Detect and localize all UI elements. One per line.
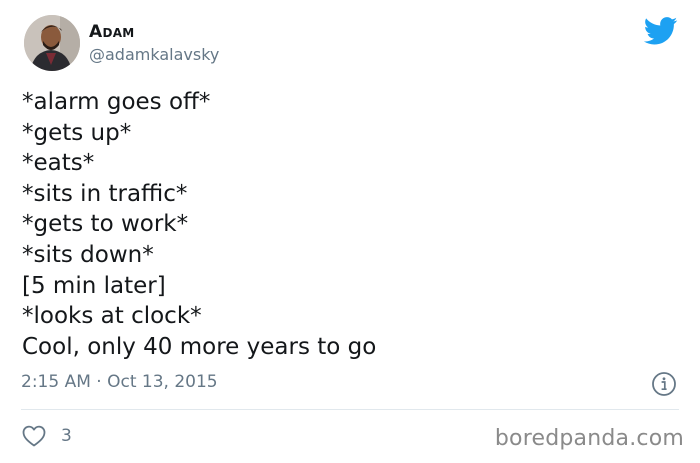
twitter-bird-icon[interactable] xyxy=(644,17,678,45)
timestamp-separator: · xyxy=(96,372,102,392)
tweet-line: *sits in traffic* xyxy=(22,180,188,207)
tweet-card: Adam @adamkalavsky *alarm goes off* *get… xyxy=(0,0,700,463)
author-display-name[interactable]: Adam xyxy=(89,22,135,42)
info-icon[interactable] xyxy=(651,371,677,397)
tweet-line: *alarm goes off* xyxy=(22,89,211,115)
tweet-date: Oct 13, 2015 xyxy=(107,372,218,392)
divider xyxy=(21,409,679,410)
tweet-line: *sits down* xyxy=(22,241,154,268)
tweet-line: *eats* xyxy=(22,150,95,177)
avatar-photo xyxy=(24,15,80,71)
tweet-timestamp[interactable]: 2:15 AM · Oct 13, 2015 xyxy=(21,372,218,392)
tweet-line: [5 min later] xyxy=(22,272,166,299)
tweet-line: *gets to work* xyxy=(22,211,189,238)
tweet-time: 2:15 AM xyxy=(21,372,91,392)
author-handle[interactable]: @adamkalavsky xyxy=(89,45,219,64)
avatar[interactable] xyxy=(24,15,80,71)
like-count: 3 xyxy=(61,426,72,446)
tweet-line: Cool, only 40 more years to go xyxy=(22,333,377,360)
tweet-line: *looks at clock* xyxy=(22,303,202,330)
tweet-line: *gets up* xyxy=(22,119,132,146)
tweet-text: *alarm goes off* *gets up* *eats* *sits … xyxy=(22,87,662,362)
watermark: boredpanda.com xyxy=(494,426,684,451)
heart-icon[interactable] xyxy=(22,425,46,447)
